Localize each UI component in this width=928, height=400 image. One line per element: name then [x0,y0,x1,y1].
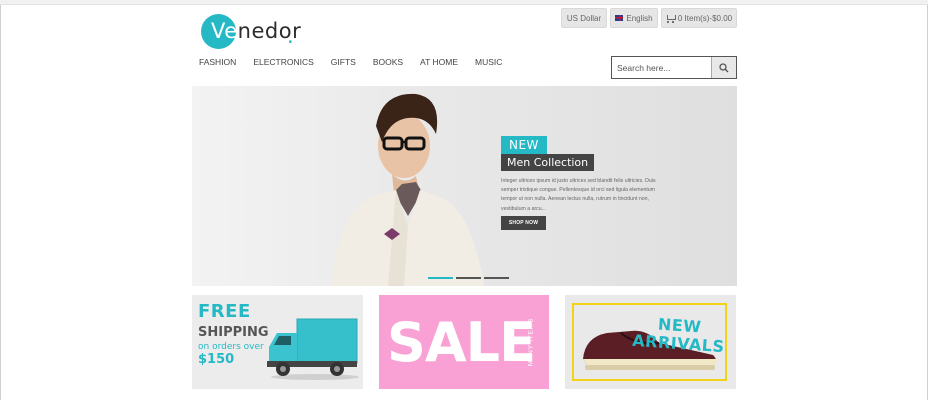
hero-slider[interactable]: NEW Men Collection Integer ultrices ipsu… [192,86,737,286]
slider-dot-1[interactable] [428,277,453,279]
hero-title: Men Collection [501,154,595,171]
sale-banner[interactable]: SALE MANY ITEMS [379,295,549,389]
cart-button[interactable]: 0 Item(s)-$0.00 [661,8,737,28]
flag-icon [615,15,624,21]
currency-button[interactable]: US Dollar [561,8,607,28]
hero-model-image [332,93,484,286]
main-nav: FASHION ELECTRONICS GIFTS BOOKS AT HOME … [199,57,502,67]
search-input[interactable] [612,57,711,78]
many-items-text: MANY ITEMS [527,317,535,367]
sale-text: SALE [387,311,536,374]
search-box [611,56,737,79]
new-arrivals-banner[interactable]: NEW ARRIVALS [565,295,736,389]
nav-item-music[interactable]: MUSIC [475,57,502,67]
nav-item-electronics[interactable]: ELECTRONICS [253,57,313,67]
search-icon [719,62,729,72]
nav-item-gifts[interactable]: GIFTS [331,57,356,67]
hero-description: Integer ultrices ipsum id justo ultrices… [501,178,656,212]
nav-item-books[interactable]: BOOKS [373,57,403,67]
nav-item-at-home[interactable]: AT HOME [420,57,458,67]
logo-dot: . [287,24,294,48]
shop-now-button[interactable]: SHOP NOW [501,216,546,230]
price-text: $150 [198,352,235,367]
free-text: FREE [198,301,251,322]
language-label: English [626,13,653,23]
nav-item-fashion[interactable]: FASHION [199,57,236,67]
cart-label: 0 Item(s)-$0.00 [677,13,733,23]
logo-highlight: Ve [211,19,238,43]
currency-label: US Dollar [566,13,602,23]
site-logo[interactable]: Venedor . [201,14,311,50]
hero-badge: NEW [501,136,547,154]
free-shipping-banner[interactable]: FREE SHIPPING on orders over $150 [192,295,363,389]
cart-icon [666,14,676,23]
slider-dot-3[interactable] [484,277,509,279]
top-strip [0,0,928,5]
language-button[interactable]: English [610,8,658,28]
truck-icon [267,318,359,380]
shipping-text: SHIPPING [198,325,269,340]
slider-indicators [428,277,509,279]
search-button[interactable] [711,57,736,78]
slider-dot-2[interactable] [456,277,481,279]
